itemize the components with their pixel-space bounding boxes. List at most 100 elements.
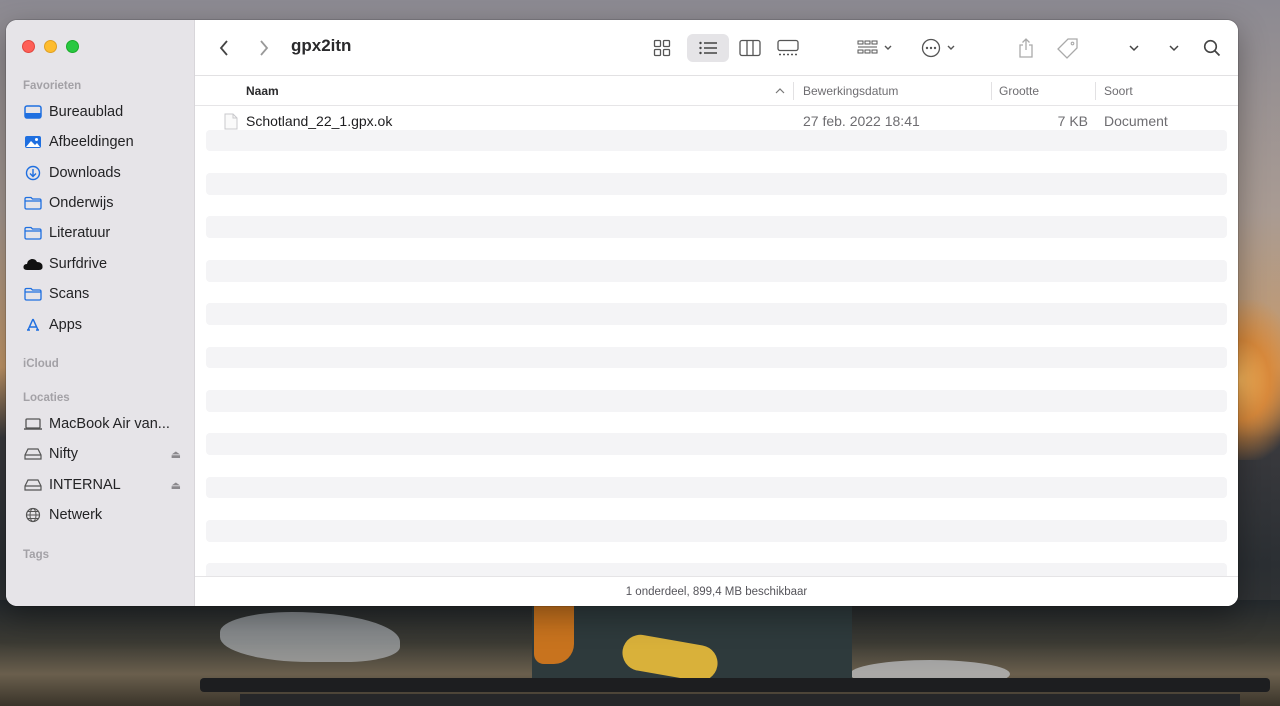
- list-icon: [699, 41, 717, 55]
- window-title: gpx2itn: [291, 36, 352, 55]
- cloud-icon: [23, 255, 43, 273]
- table-row: [206, 216, 1227, 239]
- folder-icon: [23, 224, 43, 242]
- sidebar-item-downloads[interactable]: Downloads: [23, 161, 183, 185]
- search-button[interactable]: [1201, 34, 1223, 62]
- zoom-button[interactable]: [66, 40, 79, 53]
- sidebar-item-label: Bureaublad: [49, 104, 124, 120]
- sidebar-item-netwerk[interactable]: Netwerk: [23, 503, 183, 527]
- table-row: [206, 520, 1227, 542]
- eject-icon[interactable]: ⏏: [171, 479, 181, 492]
- minimize-button[interactable]: [44, 40, 57, 53]
- icloud-header[interactable]: iCloud: [23, 358, 59, 370]
- sidebar-item-afbeeldingen[interactable]: Afbeeldingen: [23, 130, 183, 154]
- column-header-modified[interactable]: Bewerkingsdatum: [803, 84, 898, 98]
- table-row: [206, 368, 1227, 390]
- laptop-icon: [23, 415, 43, 433]
- file-name: Schotland_22_1.gpx.ok: [246, 113, 393, 129]
- sidebar-item-label: Apps: [49, 317, 83, 333]
- drive-icon: [23, 476, 43, 494]
- toolbar-overflow-button-2[interactable]: [1165, 34, 1183, 62]
- window-controls: [22, 40, 79, 53]
- column-header-kind[interactable]: Soort: [1104, 84, 1133, 98]
- sidebar-item-bureaublad[interactable]: Bureaublad: [23, 100, 183, 124]
- drive-icon: [23, 445, 43, 463]
- main-pane: gpx2itn Naam Bewerkingsdatum Grootte Soo…: [195, 20, 1238, 606]
- sidebar-item-nifty[interactable]: Nifty ⏏: [23, 442, 183, 466]
- gallery-view-button[interactable]: [775, 34, 801, 62]
- status-bar: 1 onderdeel, 899,4 MB beschikbaar: [195, 576, 1238, 606]
- search-icon: [1203, 39, 1221, 57]
- icon-view-button[interactable]: [651, 34, 673, 62]
- sidebar-item-onderwijs[interactable]: Onderwijs: [23, 191, 183, 215]
- chevron-right-icon: [260, 40, 269, 56]
- file-list: Schotland_22_1.gpx.ok 27 feb. 2022 18:41…: [206, 108, 1227, 586]
- sort-ascending-icon: [775, 88, 785, 94]
- back-button[interactable]: [213, 36, 235, 60]
- table-row: [206, 282, 1227, 304]
- table-row: [206, 498, 1227, 520]
- sidebar-item-label: Surfdrive: [49, 256, 108, 272]
- sidebar-item-macbook[interactable]: MacBook Air van...: [23, 412, 183, 436]
- document-icon: [224, 113, 238, 130]
- table-row: [206, 412, 1227, 434]
- sidebar-item-label: MacBook Air van...: [49, 416, 170, 432]
- bench: [200, 678, 1270, 692]
- sidebar-item-apps[interactable]: Apps: [23, 313, 183, 337]
- table-row: [206, 195, 1227, 217]
- sidebar-item-surfdrive[interactable]: Surfdrive: [23, 252, 183, 276]
- close-button[interactable]: [22, 40, 35, 53]
- column-separator: [1095, 82, 1096, 100]
- column-separator: [991, 82, 992, 100]
- favorites-header: Favorieten: [23, 80, 82, 92]
- table-row: [206, 325, 1227, 347]
- locations-header[interactable]: Locaties: [23, 392, 70, 404]
- downloads-icon: [23, 164, 43, 182]
- file-kind: Document: [1104, 113, 1168, 129]
- ellipsis-circle-icon: [921, 38, 955, 58]
- table-row: [206, 173, 1227, 195]
- sidebar-item-scans[interactable]: Scans: [23, 282, 183, 306]
- column-separator: [793, 82, 794, 100]
- folder-icon: [23, 194, 43, 212]
- sidebar-item-label: Literatuur: [49, 225, 111, 241]
- gallery-icon: [777, 39, 799, 56]
- list-view-button[interactable]: [687, 34, 729, 62]
- eject-icon[interactable]: ⏏: [171, 448, 181, 461]
- share-button[interactable]: [1015, 34, 1037, 62]
- tags-header[interactable]: Tags: [23, 549, 49, 561]
- column-header-size[interactable]: Grootte: [999, 84, 1039, 98]
- table-row: [206, 151, 1227, 173]
- share-icon: [1019, 38, 1033, 58]
- columns-icon: [739, 39, 761, 57]
- group-by-menu[interactable]: [855, 34, 897, 62]
- tags-button[interactable]: [1055, 34, 1081, 62]
- table-row: [206, 455, 1227, 477]
- file-row[interactable]: Schotland_22_1.gpx.ok 27 feb. 2022 18:41…: [206, 108, 1227, 133]
- sidebar-item-label: Netwerk: [49, 507, 103, 523]
- sidebar-item-label: Onderwijs: [49, 195, 114, 211]
- sidebar-item-label: INTERNAL: [49, 477, 121, 493]
- table-row: [206, 389, 1227, 412]
- sidebar-item-label: Downloads: [49, 165, 121, 181]
- table-row: [206, 346, 1227, 369]
- toolbar-overflow-button[interactable]: [1125, 34, 1143, 62]
- sidebar-item-label: Afbeeldingen: [49, 134, 134, 150]
- photos-icon: [23, 133, 43, 151]
- table-row: [206, 238, 1227, 260]
- forward-button[interactable]: [253, 36, 275, 60]
- chevron-down-icon: [1169, 45, 1179, 52]
- actions-menu[interactable]: [919, 34, 963, 62]
- column-header-name[interactable]: Naam: [246, 84, 279, 98]
- status-text: 1 onderdeel, 899,4 MB beschikbaar: [625, 585, 808, 598]
- sidebar-item-literatuur[interactable]: Literatuur: [23, 221, 183, 245]
- column-view-button[interactable]: [735, 34, 765, 62]
- background-figure-detail: [534, 604, 574, 664]
- finder-window: Favorieten Bureaublad Afbeeldingen Downl…: [6, 20, 1238, 606]
- toolbar: gpx2itn: [195, 20, 1238, 76]
- grid-icon: [653, 39, 671, 57]
- table-row: [206, 433, 1227, 455]
- bench: [240, 694, 1240, 706]
- sidebar-item-label: Nifty: [49, 446, 78, 462]
- sidebar-item-internal[interactable]: INTERNAL ⏏: [23, 473, 183, 497]
